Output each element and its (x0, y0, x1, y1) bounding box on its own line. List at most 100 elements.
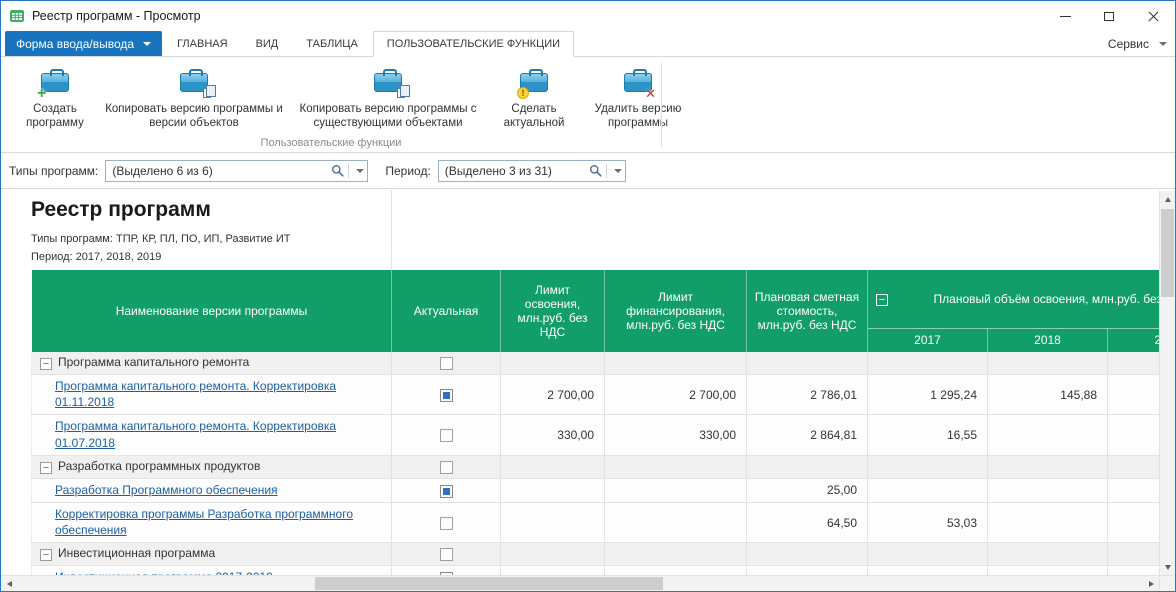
warning-badge-icon (517, 87, 529, 99)
close-button[interactable] (1131, 1, 1175, 31)
value-cell (988, 415, 1108, 455)
value-cell (1108, 502, 1160, 542)
value-cell (501, 566, 605, 575)
version-row: Корректировка программы Разработка прогр… (32, 502, 1160, 542)
ribbon-collapse-icon[interactable] (1159, 42, 1167, 46)
chevron-down-icon[interactable] (353, 169, 367, 173)
filter-bar: Типы программ: (Выделено 6 из 6) Период:… (1, 153, 1175, 189)
version-link[interactable]: Программа капитального ремонта. Корректи… (55, 379, 336, 409)
value-cell (1108, 455, 1160, 478)
col-header-limit-fin[interactable]: Лимит финансирования, млн.руб. без НДС (605, 270, 747, 352)
version-link[interactable]: Разработка Программного обеспечения (55, 483, 278, 497)
name-cell: Разработка программных продуктов (32, 455, 392, 478)
briefcase-copy-icon (176, 66, 212, 98)
value-cell (747, 455, 868, 478)
report-title: Реестр программ (31, 198, 1159, 222)
planned-volume-label: Плановый объём освоения, млн.руб. без (934, 292, 1159, 306)
search-icon[interactable] (589, 164, 602, 177)
program-types-select[interactable]: (Выделено 6 из 6) (105, 160, 368, 182)
search-icon[interactable] (331, 164, 344, 177)
col-header-2017[interactable]: 2017 (868, 328, 988, 352)
briefcase-plus-icon (37, 66, 73, 98)
actual-checkbox[interactable] (440, 548, 453, 561)
group-name: Инвестиционная программа (58, 546, 215, 560)
value-cell (605, 543, 747, 566)
tab-glavnaya[interactable]: ГЛАВНАЯ (164, 31, 240, 56)
period-label: Период: (385, 164, 430, 178)
actual-cell (392, 543, 501, 566)
tab-tablica[interactable]: ТАБЛИЦА (293, 31, 371, 56)
value-cell: 1 295,24 (868, 375, 988, 415)
form-io-menu-button[interactable]: Форма ввода/вывода (5, 31, 162, 56)
plus-badge-icon (37, 87, 46, 100)
version-link[interactable]: Программа капитального ремонта. Корректи… (55, 419, 336, 449)
actual-checkbox[interactable] (440, 357, 453, 370)
titlebar: Реестр программ - Просмотр (1, 1, 1175, 31)
actual-checkbox[interactable] (440, 485, 453, 498)
period-select[interactable]: (Выделено 3 из 31) (438, 160, 626, 182)
horizontal-scrollbar[interactable] (1, 575, 1159, 591)
vertical-scrollbar[interactable] (1159, 191, 1175, 575)
maximize-button[interactable] (1087, 1, 1131, 31)
actual-checkbox[interactable] (440, 429, 453, 442)
chevron-down-icon[interactable] (611, 169, 625, 173)
combo-divider (606, 164, 607, 178)
combo-divider (348, 164, 349, 178)
value-cell (501, 543, 605, 566)
col-header-actual[interactable]: Актуальная (392, 270, 501, 352)
actual-checkbox[interactable] (440, 389, 453, 402)
copy-version-existing-button[interactable]: Копировать версию программы с существующ… (287, 64, 489, 131)
group-row: Разработка программных продуктов (32, 455, 1160, 478)
collapse-group-icon[interactable] (40, 549, 52, 561)
value-cell (868, 543, 988, 566)
value-cell (868, 455, 988, 478)
name-cell: Программа капитального ремонта (32, 352, 392, 375)
collapse-group-icon[interactable] (40, 462, 52, 474)
group-row: Инвестиционная программа (32, 543, 1160, 566)
create-program-button[interactable]: Создать программу (9, 64, 101, 131)
program-registry-table: Наименование версии программы Актуальная… (31, 270, 1159, 575)
minimize-icon (1060, 16, 1071, 17)
collapse-column-icon[interactable] (876, 294, 888, 306)
name-cell: Разработка Программного обеспечения (32, 478, 392, 502)
value-cell (988, 566, 1108, 575)
horizontal-scroll-thumb[interactable] (315, 577, 663, 590)
col-header-limit-dev[interactable]: Лимит освоения, млн.руб. без НДС (501, 270, 605, 352)
app-icon (9, 8, 25, 24)
scroll-up-icon[interactable] (1160, 191, 1176, 207)
report-area: Реестр программ Типы программ: ТПР, КР, … (1, 190, 1159, 575)
col-header-name[interactable]: Наименование версии программы (32, 270, 392, 352)
col-header-2019[interactable]: 2019 (1108, 328, 1160, 352)
button-label: Удалить версию программы (579, 102, 697, 131)
actual-checkbox[interactable] (440, 517, 453, 530)
form-io-menu-label: Форма ввода/вывода (16, 37, 134, 51)
value-cell (747, 566, 868, 575)
col-header-planned-volume[interactable]: Плановый объём освоения, млн.руб. без (868, 270, 1160, 328)
delete-version-button[interactable]: Удалить версию программы (579, 64, 697, 131)
copy-version-objects-button[interactable]: Копировать версию программы и версии объ… (101, 64, 287, 131)
value-cell (747, 543, 868, 566)
collapse-group-icon[interactable] (40, 358, 52, 370)
minimize-button[interactable] (1043, 1, 1087, 31)
value-cell: 330,00 (605, 415, 747, 455)
service-menu[interactable]: Сервис (1108, 37, 1149, 51)
actual-cell (392, 566, 501, 575)
version-link[interactable]: Корректировка программы Разработка прогр… (55, 507, 353, 537)
delete-badge-icon (645, 88, 656, 100)
period-value: (Выделено 3 из 31) (445, 164, 552, 178)
report-types-line: Типы программ: ТПР, КР, ПЛ, ПО, ИП, Разв… (31, 233, 1159, 245)
scroll-down-icon[interactable] (1160, 559, 1176, 575)
copy-badge-icon (397, 88, 405, 98)
make-actual-button[interactable]: Сделать актуальной (489, 64, 579, 131)
scroll-right-icon[interactable] (1143, 576, 1159, 592)
value-cell (868, 566, 988, 575)
tab-vid[interactable]: ВИД (243, 31, 292, 56)
vertical-scroll-thumb[interactable] (1161, 209, 1174, 297)
value-cell: 2 864,81 (747, 415, 868, 455)
col-header-planned-cost[interactable]: Плановая сметная стоимость, млн.руб. без… (747, 270, 868, 352)
value-cell (501, 352, 605, 375)
scroll-left-icon[interactable] (1, 576, 17, 592)
col-header-2018[interactable]: 2018 (988, 328, 1108, 352)
actual-checkbox[interactable] (440, 461, 453, 474)
tab-polzovatelskie-funkcii[interactable]: ПОЛЬЗОВАТЕЛЬСКИЕ ФУНКЦИИ (373, 31, 574, 57)
